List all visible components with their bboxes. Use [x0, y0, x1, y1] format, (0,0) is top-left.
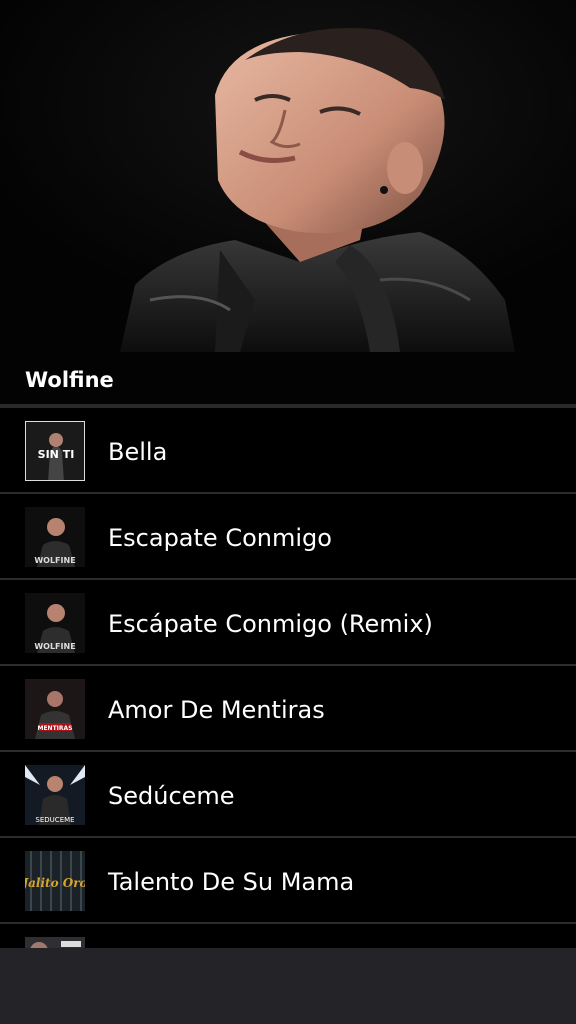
album-cover-thumbnail: SIN TI — [25, 421, 85, 481]
bottom-bar — [0, 948, 576, 1024]
song-title: Amor De Mentiras — [108, 696, 325, 724]
album-cover-thumbnail: SEDUCEME — [25, 765, 85, 825]
song-title: Talento De Su Mama — [108, 868, 355, 896]
song-list-item[interactable]: WOLFINE Escápate Conmigo (Remix) — [0, 580, 576, 666]
album-cover-text: WOLFINE — [34, 642, 75, 651]
song-title: Bella — [108, 438, 168, 466]
artist-title-bar: Wolfine — [0, 352, 576, 408]
album-cover-text: WOLFINE — [34, 556, 75, 565]
album-cover-thumbnail: MENTIRAS — [25, 679, 85, 739]
song-title: Escapate Conmigo — [108, 524, 332, 552]
song-list[interactable]: SIN TI Bella WOLFINE Escapate Conmigo WO… — [0, 408, 576, 948]
album-cover-text: Jalito Oro — [25, 876, 85, 890]
album-cover-text: SIN TI — [38, 448, 75, 461]
song-title: Sedúceme — [108, 782, 235, 810]
album-cover-thumbnail: Jalito Oro — [25, 851, 85, 911]
song-list-item[interactable]: WOLFINE Escapate Conmigo — [0, 494, 576, 580]
album-cover-text: SEDUCEME — [35, 816, 74, 824]
song-list-item[interactable]: MENTIRAS Amor De Mentiras — [0, 666, 576, 752]
song-list-item[interactable]: SEDUCEME Sedúceme — [0, 752, 576, 838]
album-cover-thumbnail — [25, 937, 85, 948]
song-list-item[interactable]: SIN TI Bella — [0, 408, 576, 494]
song-title: Escápate Conmigo (Remix) — [108, 610, 433, 638]
app-screen: Wolfine SIN TI Bella WOLFINE Escapate Co… — [0, 0, 576, 1024]
album-cover-thumbnail: WOLFINE — [25, 593, 85, 653]
artist-photo-illustration — [0, 0, 576, 352]
album-cover-text: MENTIRAS — [37, 725, 72, 732]
song-list-item[interactable]: Jalito Oro Talento De Su Mama — [0, 838, 576, 924]
artist-name: Wolfine — [25, 368, 114, 392]
artist-header-photo — [0, 0, 576, 352]
song-list-item[interactable] — [0, 924, 576, 948]
album-cover-thumbnail: WOLFINE — [25, 507, 85, 567]
